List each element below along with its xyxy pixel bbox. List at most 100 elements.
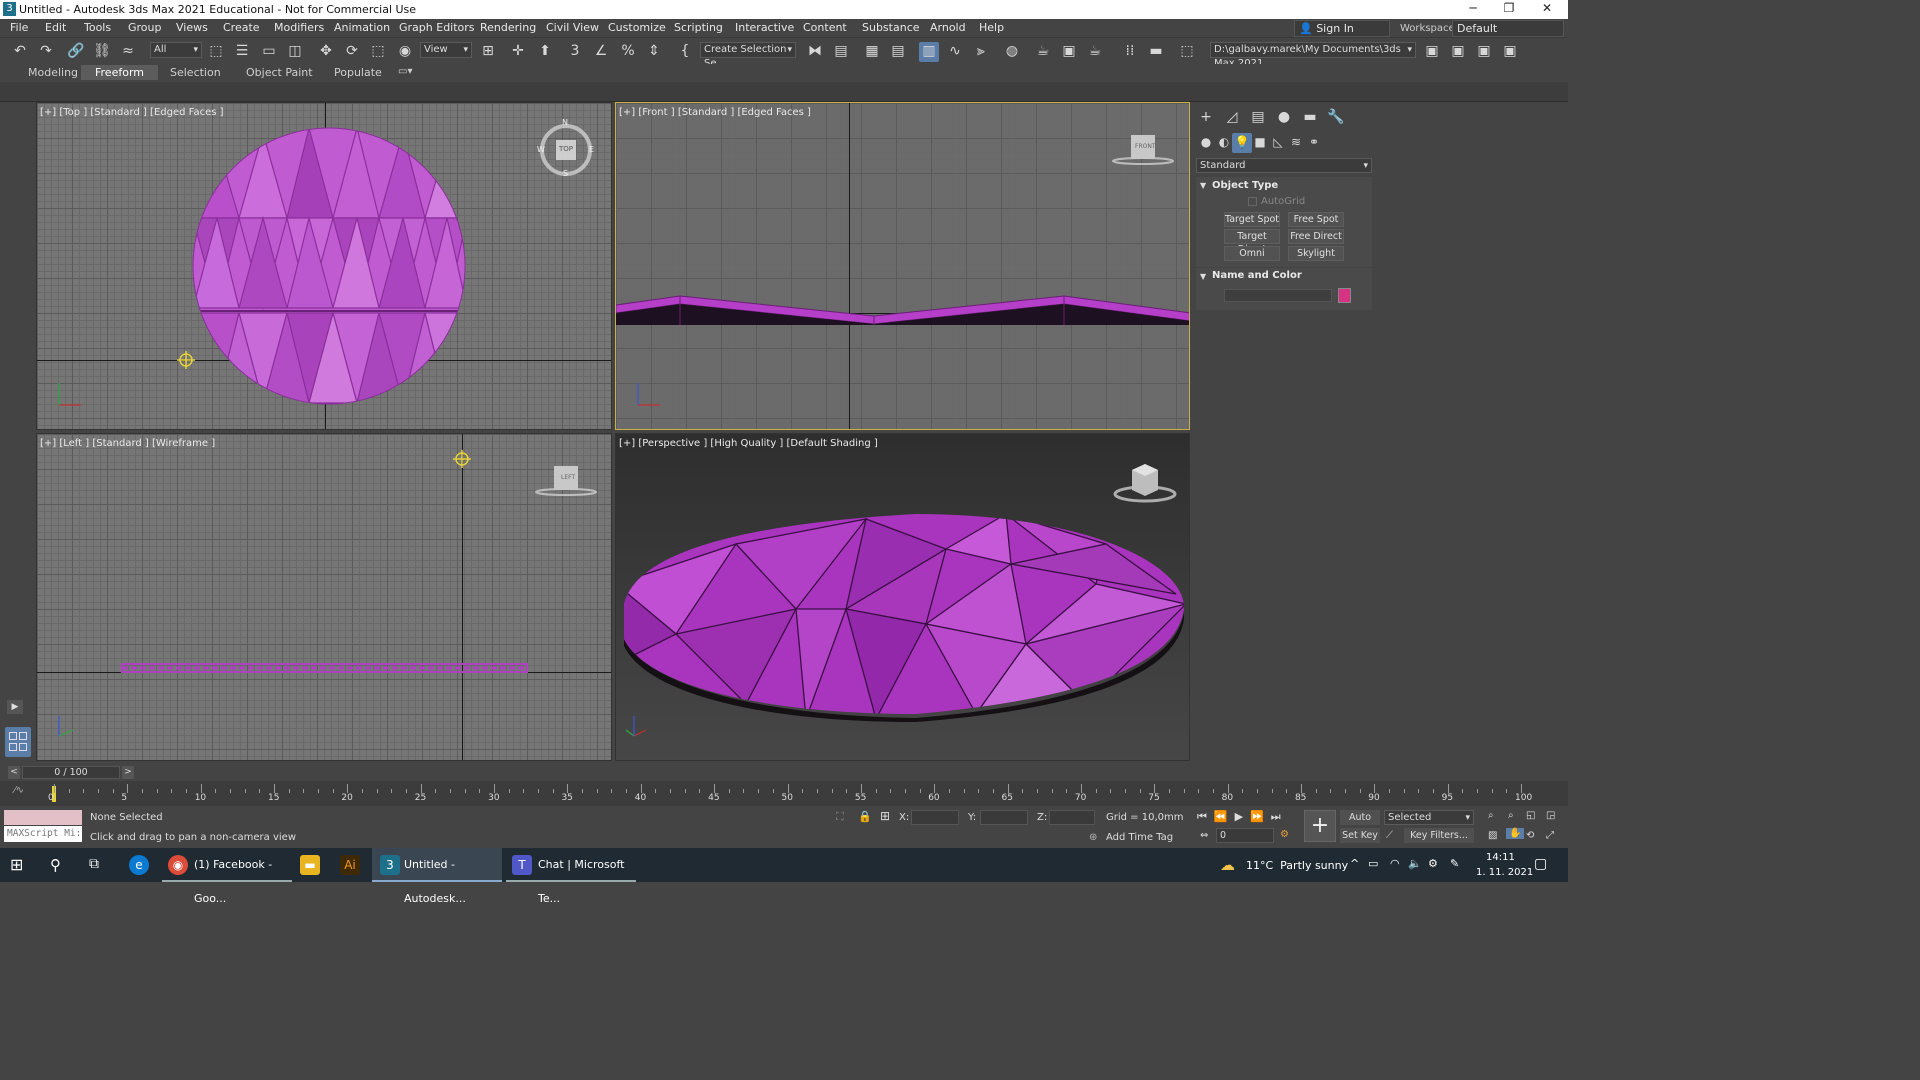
target-spot-button[interactable]: Target Spot [1224,212,1280,227]
next-frame-icon[interactable]: > [122,766,134,779]
edit-named-selection-icon[interactable]: { [675,42,695,62]
ribbon-options-icon[interactable]: ▭▾ [398,66,412,77]
pivot-gizmo-icon[interactable] [177,351,195,369]
viewport-top-label[interactable]: [+] [Top ] [Standard ] [Edged Faces ] [40,107,224,118]
angle-snap-icon[interactable]: ∠ [591,42,611,62]
link-icon[interactable]: 🔗 [66,42,86,62]
viewport-layouts-icon[interactable] [5,727,31,757]
menu-create[interactable]: Create [223,21,260,34]
mirror-icon[interactable]: ⧓ [805,42,825,62]
close-button[interactable]: ✕ [1532,1,1562,17]
scene-explorer-icon[interactable]: ▦ [862,42,882,62]
weather-text[interactable]: 11°C Partly sunny [1246,859,1348,872]
set-key-button[interactable]: Set Key [1340,828,1380,843]
redo-icon[interactable]: ↷ [36,42,56,62]
workspaces-dropdown[interactable]: Default [1452,20,1564,37]
next-key-icon[interactable]: ⏩ [1250,810,1271,823]
curve-editor-icon[interactable]: ∿ [945,42,965,62]
maxscript-mini-listener[interactable]: MAXScript Mi: [4,826,82,842]
goto-end-icon[interactable]: ⏭ [1271,810,1288,823]
collapse-arrow-icon[interactable]: ▼ [1200,181,1206,190]
track-bar[interactable]: ⁄∿ 0 5 10 15 20 25 30 35 40 45 50 55 60 65 70 75 80 85 90 9… [0,781,1568,806]
viewcube-compass-icon[interactable]: N S E W TOP [537,118,595,179]
volume-icon[interactable]: 🔈 [1408,857,1422,870]
spacewarps-icon[interactable]: ≋ [1286,133,1306,153]
zoom-all-icon[interactable]: ⌕ [1508,810,1514,821]
object-name-input[interactable] [1224,289,1332,302]
zoom-icon[interactable]: ⌕ [1488,810,1494,821]
schematic-view-icon[interactable]: ⫸ [971,42,991,62]
cameras-icon[interactable]: ■ [1250,133,1270,153]
collapse-arrow-icon[interactable]: ▼ [1200,272,1206,281]
pivot-gizmo-icon[interactable] [453,450,471,468]
notifications-icon[interactable]: ▢ [1534,856,1547,872]
menu-animation[interactable]: Animation [334,21,390,34]
utilities-tab-icon[interactable]: 🔧 [1326,108,1346,128]
key-tangent-icon[interactable]: ⟋ [1386,830,1393,841]
disc-left-view[interactable] [37,434,612,761]
modify-tab-icon[interactable]: ◿ [1222,108,1242,128]
layer-explorer-icon[interactable]: ▤ [888,42,908,62]
viewcube-perspective-icon[interactable] [1112,460,1178,510]
light-category-dropdown[interactable]: Standard [1196,158,1372,173]
edge-icon[interactable]: e [129,855,149,875]
viewcube-front-icon[interactable]: FRONT [1111,133,1175,167]
systems-icon[interactable]: ⚭ [1304,133,1324,153]
ruler-icon[interactable]: ▬ [1146,42,1166,62]
isolate-selection-icon[interactable]: ⛶ [836,810,844,824]
menu-edit[interactable]: Edit [45,21,66,34]
free-direct-button[interactable]: Free Direct [1288,229,1344,244]
viewport-left[interactable]: [+] [Left ] [Standard ] [Wireframe ] LEF… [36,433,612,761]
current-frame-input[interactable]: 0 [1216,828,1274,843]
orbit-icon[interactable]: ⟲ [1526,830,1534,841]
clock-date[interactable]: 1. 11. 2021 [1476,867,1533,878]
viewport-front[interactable]: [+] [Front ] [Standard ] [Edged Faces ] … [615,102,1190,430]
viewport-front-label[interactable]: [+] [Front ] [Standard ] [Edged Faces ] [619,107,811,118]
render-setup-icon[interactable]: ☕ [1033,42,1053,62]
select-by-name-icon[interactable]: ☰ [232,42,252,62]
windows-start-icon[interactable]: ⊞ [10,856,28,874]
display-tab-icon[interactable]: ▬ [1300,108,1320,128]
key-mode-dropdown[interactable]: Selected [1384,810,1474,825]
project-open-icon[interactable]: ▣ [1448,42,1468,62]
taskbar-app-3dsmax[interactable]: 3 Untitled - Autodesk... [372,848,502,905]
menu-content[interactable]: Content [803,21,847,34]
autogrid-checkbox[interactable] [1248,197,1257,206]
viewport-perspective[interactable]: [+] [Perspective ] [High Quality ] [Defa… [615,433,1190,761]
select-manipulate-icon[interactable]: ✛ [508,42,528,62]
viewport-left-label[interactable]: [+] [Left ] [Standard ] [Wireframe ] [40,438,215,449]
motion-tab-icon[interactable]: ● [1274,108,1294,128]
x-coord-input[interactable] [911,810,959,825]
add-time-tag[interactable]: Add Time Tag [1106,832,1173,843]
menu-civil-view[interactable]: Civil View [546,21,599,34]
network-icon[interactable]: ⚙ [1428,857,1438,870]
tab-populate[interactable]: Populate [334,66,382,79]
skylight-button[interactable]: Skylight [1288,246,1344,261]
rendered-frame-icon[interactable]: ▣ [1059,42,1079,62]
show-hidden-icons-icon[interactable]: ^ [1350,857,1359,870]
auto-key-button[interactable]: Auto Key [1340,810,1380,838]
lights-icon[interactable]: 💡 [1232,133,1252,153]
menu-arnold[interactable]: Arnold [930,21,966,34]
tab-object-paint[interactable]: Object Paint [246,66,313,79]
omni-button[interactable]: Omni [1224,246,1280,261]
disc-perspective-view[interactable] [616,434,1190,761]
named-selection-dropdown[interactable]: Create Selection Se [700,42,796,69]
zoom-extents-icon[interactable]: ◱ [1526,810,1535,821]
menu-scripting[interactable]: Scripting [674,21,723,34]
pen-icon[interactable]: ✎ [1450,857,1459,870]
expand-arrow-icon[interactable]: ▶ [7,700,23,714]
placement-icon[interactable]: ◉ [395,42,415,62]
zoom-extents-all-icon[interactable]: ◲ [1546,810,1555,821]
unlink-icon[interactable]: ⛓ [92,42,112,62]
illustrator-icon[interactable]: Ai [340,855,360,875]
free-spot-button[interactable]: Free Spot [1288,212,1344,227]
menu-file[interactable]: File [10,21,28,34]
play-icon[interactable]: ▶ [1235,810,1250,823]
menu-modifiers[interactable]: Modifiers [274,21,324,34]
object-type-title[interactable]: Object Type [1212,180,1278,191]
bind-spacewarp-icon[interactable]: ≈ [118,42,138,62]
hierarchy-tab-icon[interactable]: ▤ [1248,108,1268,128]
menu-views[interactable]: Views [176,21,208,34]
minimize-button[interactable]: ─ [1458,1,1488,17]
